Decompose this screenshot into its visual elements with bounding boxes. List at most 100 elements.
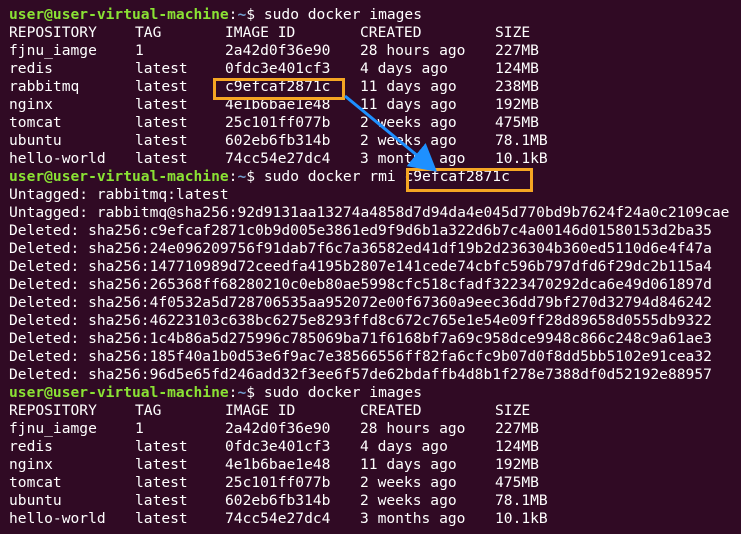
table-row: fjnu_iamge 1 2a42d0f36e90 28 hours ago 227MB — [0, 42, 741, 60]
prompt-line-2: user@user-virtual-machine:~$ sudo docker… — [9, 168, 510, 185]
rmi-image-id-argument: c9efcaf2871c — [404, 168, 510, 185]
prompt-user: user@user-virtual-machine — [9, 168, 229, 185]
cell-tag: 1 — [135, 420, 144, 437]
cell-repository: tomcat — [9, 474, 62, 491]
cell-size: 10.1kB — [495, 150, 548, 167]
cell-size: 124MB — [495, 438, 539, 455]
cell-size: 238MB — [495, 78, 539, 95]
header-image-id: IMAGE ID — [225, 24, 296, 41]
cell-repository: fjnu_iamge — [9, 420, 97, 437]
cell-image-id: 2a42d0f36e90 — [225, 42, 331, 59]
table-row: redis latest 0fdc3e401cf3 4 days ago 124MB — [0, 438, 741, 456]
cell-tag: latest — [135, 150, 188, 167]
header-created: CREATED — [360, 402, 422, 419]
cell-tag: latest — [135, 114, 188, 131]
cell-repository: ubuntu — [9, 492, 62, 509]
output-line: Deleted: sha256:185f40a1b0d53e6f9ac7e385… — [9, 348, 712, 365]
command-text: sudo docker images — [263, 384, 422, 401]
cell-tag: latest — [135, 456, 188, 473]
cell-created: 2 weeks ago — [360, 474, 457, 491]
prompt-line-1: user@user-virtual-machine:~$ sudo docker… — [9, 6, 422, 23]
cell-tag: latest — [135, 132, 188, 149]
table-header: REPOSITORY TAG IMAGE ID CREATED SIZE — [0, 24, 741, 42]
cell-image-id: 25c101ff077b — [225, 114, 331, 131]
header-repository: REPOSITORY — [9, 402, 97, 419]
cell-repository: hello-world — [9, 510, 106, 527]
cell-tag: latest — [135, 510, 188, 527]
prompt-path: ~ — [237, 168, 247, 185]
cell-image-id: 4e1b6bae1e48 — [225, 96, 331, 113]
cell-image-id: c9efcaf2871c — [225, 78, 331, 95]
cell-created: 4 days ago — [360, 438, 448, 455]
cell-size: 124MB — [495, 60, 539, 77]
cell-size: 10.1kB — [495, 510, 548, 527]
cell-repository: rabbitmq — [9, 78, 80, 95]
output-line: Untagged: rabbitmq@sha256:92d9131aa13274… — [9, 204, 730, 221]
cell-size: 227MB — [495, 42, 539, 59]
cell-repository: ubuntu — [9, 132, 62, 149]
cell-image-id: 2a42d0f36e90 — [225, 420, 331, 437]
cell-image-id: 4e1b6bae1e48 — [225, 456, 331, 473]
table-row: hello-world latest 74cc54e27dc4 3 months ag… — [0, 150, 741, 168]
output-line: Deleted: sha256:c9efcaf2871c0b9d005e3861… — [9, 222, 712, 239]
output-line: Deleted: sha256:24e096209756f91dab7f6c7a… — [9, 240, 712, 257]
cell-size: 192MB — [495, 96, 539, 113]
cell-tag: latest — [135, 474, 188, 491]
cell-size: 192MB — [495, 456, 539, 473]
prompt-user: user@user-virtual-machine — [9, 6, 229, 23]
header-image-id: IMAGE ID — [225, 402, 296, 419]
table-row: hello-world latest 74cc54e27dc4 3 months ag… — [0, 510, 741, 528]
output-line: Deleted: sha256:46223103c638bc6275e8293f… — [9, 312, 712, 329]
prompt-symbol: $ — [246, 168, 256, 185]
prompt-symbol: $ — [246, 6, 256, 23]
command-text: sudo docker rmi — [263, 168, 405, 185]
terminal-window[interactable]: user@user-virtual-machine:~$ sudo docker… — [0, 0, 741, 534]
cell-created: 3 months ago — [360, 150, 466, 167]
cell-tag: latest — [135, 60, 188, 77]
header-size: SIZE — [495, 402, 531, 419]
cell-repository: hello-world — [9, 150, 106, 167]
table-row: fjnu_iamge 1 2a42d0f36e90 28 hours ago 227MB — [0, 420, 741, 438]
header-size: SIZE — [495, 24, 531, 41]
cell-created: 2 weeks ago — [360, 114, 457, 131]
cell-created: 11 days ago — [360, 96, 457, 113]
table-row: nginx latest 4e1b6bae1e48 11 days ago 192MB — [0, 96, 741, 114]
prompt-user: user@user-virtual-machine — [9, 384, 229, 401]
table-row: ubuntu latest 602eb6fb314b 2 weeks ago 78.1M… — [0, 132, 741, 150]
cell-image-id: 74cc54e27dc4 — [225, 510, 331, 527]
cell-repository: redis — [9, 438, 53, 455]
table-row: rabbitmq latest c9efcaf2871c 11 days ago 238… — [0, 78, 741, 96]
cell-created: 28 hours ago — [360, 420, 466, 437]
cell-size: 475MB — [495, 114, 539, 131]
table-row: ubuntu latest 602eb6fb314b 2 weeks ago 78.1M… — [0, 492, 741, 510]
cell-created: 11 days ago — [360, 456, 457, 473]
cell-size: 227MB — [495, 420, 539, 437]
output-line: Deleted: sha256:147710989d72ceedfa4195b2… — [9, 258, 712, 275]
cell-image-id: 74cc54e27dc4 — [225, 150, 331, 167]
cell-size: 475MB — [495, 474, 539, 491]
cell-image-id: 25c101ff077b — [225, 474, 331, 491]
cell-tag: latest — [135, 492, 188, 509]
cell-image-id: 0fdc3e401cf3 — [225, 60, 331, 77]
output-line: Untagged: rabbitmq:latest — [9, 186, 229, 203]
table-header: REPOSITORY TAG IMAGE ID CREATED SIZE — [0, 402, 741, 420]
cell-tag: 1 — [135, 42, 144, 59]
prompt-path: ~ — [237, 384, 247, 401]
cell-created: 3 months ago — [360, 510, 466, 527]
cell-repository: redis — [9, 60, 53, 77]
cell-size: 78.1MB — [495, 492, 548, 509]
cell-tag: latest — [135, 78, 188, 95]
header-tag: TAG — [135, 24, 162, 41]
prompt-path: ~ — [237, 6, 247, 23]
cell-repository: tomcat — [9, 114, 62, 131]
prompt-symbol: $ — [246, 384, 256, 401]
prompt-line-3: user@user-virtual-machine:~$ sudo docker… — [9, 384, 422, 401]
cell-repository: nginx — [9, 96, 53, 113]
cell-tag: latest — [135, 438, 188, 455]
cell-repository: nginx — [9, 456, 53, 473]
command-text: sudo docker images — [263, 6, 422, 23]
header-created: CREATED — [360, 24, 422, 41]
cell-image-id: 602eb6fb314b — [225, 132, 331, 149]
output-line: Deleted: sha256:4f0532a5d728706535aa9520… — [9, 294, 712, 311]
cell-image-id: 602eb6fb314b — [225, 492, 331, 509]
